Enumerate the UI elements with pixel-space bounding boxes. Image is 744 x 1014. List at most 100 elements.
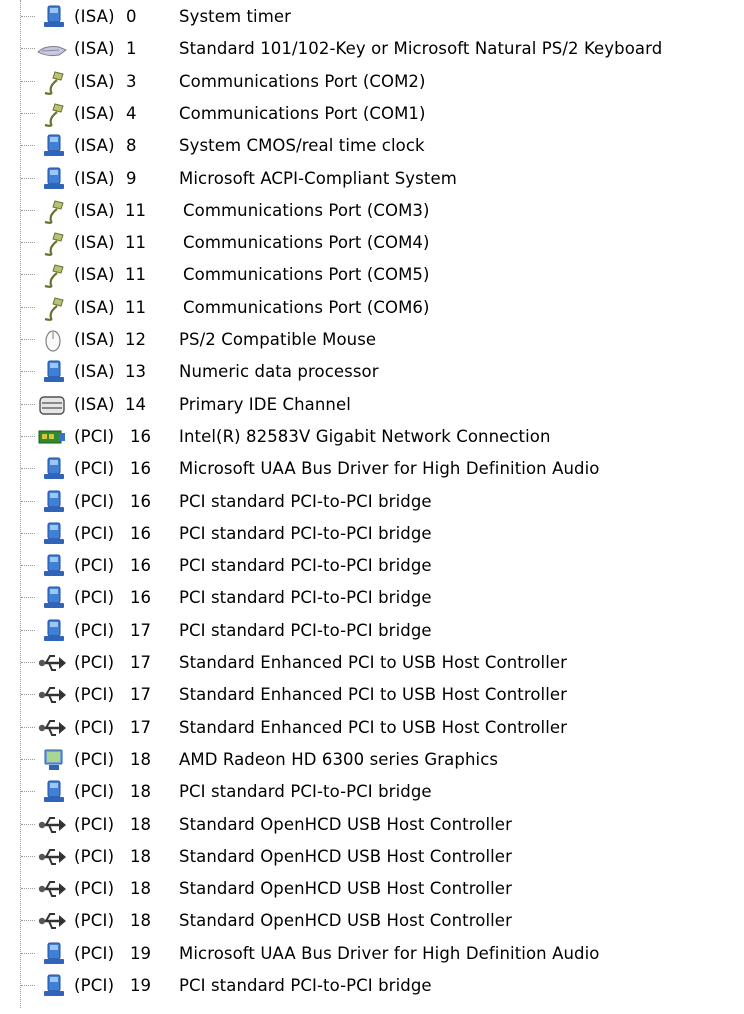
irq-list-item[interactable]: (PCI) 18 Standard OpenHCD USB Host Control… [0,841,744,873]
system-device-icon [37,457,67,482]
irq-list-item[interactable]: (PCI) 19 Microsoft UAA Bus Driver for High… [0,938,744,970]
device-name: PCI standard PCI-to-PCI bridge [179,620,432,640]
device-name: Communications Port (COM2) [179,71,426,91]
tree-branch-line [21,565,35,567]
irq-list-item[interactable]: (PCI) 18 Standard OpenHCD USB Host Control… [0,873,744,905]
irq-number: 17 [130,717,151,737]
tree-branch-line [21,16,35,17]
irq-list-item[interactable]: (PCI) 18 Standard OpenHCD USB Host Control… [0,905,744,937]
irq-number: 18 [130,879,151,899]
irq-list-item[interactable]: (PCI) 17 Standard Enhanced PCI to USB Host… [0,679,744,711]
device-name: Intel(R) 82583V Gigabit Network Connecti… [179,426,551,446]
tree-branch-line [21,274,35,276]
irq-list-item[interactable]: (ISA) 14 Primary IDE Channel [0,389,744,421]
ide-controller-icon [37,393,67,418]
device-name: Communications Port (COM6) [183,297,430,317]
mouse-icon [37,328,67,353]
port-connector-icon [37,263,67,289]
bus-type-label: (PCI) [74,491,115,511]
system-device-icon [37,490,67,515]
network-adapter-icon [37,425,67,450]
irq-number: 16 [130,588,151,608]
bus-type-label: (PCI) [74,943,115,963]
tree-branch-line [21,920,35,922]
irq-list-item[interactable]: (ISA) 0 System timer [0,1,744,33]
usb-icon [37,909,67,934]
bus-type-label: (PCI) [74,749,115,769]
device-name: PCI standard PCI-to-PCI bridge [179,556,432,576]
device-name: Communications Port (COM4) [183,233,430,253]
port-connector-icon [37,70,67,95]
irq-list-item[interactable]: (ISA) 4 Communications Port (COM1) [0,98,744,130]
irq-list-item[interactable]: (ISA) 13 Numeric data processor [0,356,744,388]
irq-list-item[interactable]: (PCI) 17 PCI standard PCI-to-PCI bridge [0,615,744,647]
tree-branch-line [21,629,35,631]
irq-number: 8 [126,136,137,156]
device-name: Microsoft ACPI-Compliant System [179,168,457,188]
irq-number: 3 [126,71,137,91]
tree-branch-line [21,371,35,373]
device-name: PCI standard PCI-to-PCI bridge [179,782,432,802]
irq-list-item[interactable]: (ISA) 8 System CMOS/real time clock [0,130,744,162]
bus-type-label: (PCI) [74,814,115,834]
system-device-icon [37,167,67,192]
irq-list-item[interactable]: (PCI) 18 PCI standard PCI-to-PCI bridge [0,776,744,808]
tree-branch-line [21,177,35,179]
device-name: System timer [179,7,292,26]
system-device-icon [37,942,67,967]
system-device-icon [37,780,67,805]
system-device-icon [37,522,67,547]
bus-type-label: (PCI) [74,717,115,737]
irq-list-item[interactable]: (ISA) 1 Standard 101/102-Key or Microsoft … [0,33,744,65]
irq-number: 17 [130,653,151,672]
system-device-icon [37,360,67,385]
device-name: Standard OpenHCD USB Host Controller [179,846,512,866]
system-device-icon [37,134,67,159]
irq-number: 16 [130,491,151,511]
bus-type-label: (ISA) [74,168,115,188]
tree-branch-line [21,468,35,470]
tree-branch-line [21,80,35,82]
device-name: Primary IDE Channel [179,394,351,414]
irq-number: 19 [130,943,151,963]
irq-number: 18 [130,911,151,931]
device-name: Standard OpenHCD USB Host Controller [179,814,512,834]
tree-branch-line [21,242,35,244]
bus-type-label: (PCI) [74,588,115,608]
usb-icon [37,845,67,870]
irq-list-item[interactable]: (PCI) 18 AMD Radeon HD 6300 series Graphic… [0,744,744,776]
bus-type-label: (ISA) [74,233,115,253]
device-name: Standard OpenHCD USB Host Controller [179,879,512,899]
irq-list-item[interactable]: (ISA) 11 Communications Port (COM3) [0,195,744,227]
irq-number: 0 [126,7,137,26]
bus-type-label: (PCI) [74,556,115,576]
irq-list-item[interactable]: (ISA) 12 PS/2 Compatible Mouse [0,324,744,356]
irq-list-item[interactable]: (PCI) 16 PCI standard PCI-to-PCI bridge [0,486,744,518]
irq-list-item[interactable]: (PCI) 17 Standard Enhanced PCI to USB Host… [0,712,744,744]
irq-list-item[interactable]: (ISA) 11 Communications Port (COM4) [0,227,744,259]
irq-list-item[interactable]: (PCI) 16 PCI standard PCI-to-PCI bridge [0,518,744,550]
irq-list-item[interactable]: (PCI) 16 Intel(R) 82583V Gigabit Network C… [0,421,744,453]
system-device-icon [37,619,67,644]
usb-icon [37,813,67,838]
bus-type-label: (PCI) [74,523,115,543]
irq-number: 14 [125,394,146,414]
irq-list-item[interactable]: (ISA) 11 Communications Port (COM5) [0,259,744,291]
tree-branch-line [21,112,35,114]
irq-list-item[interactable]: (PCI) 16 PCI standard PCI-to-PCI bridge [0,582,744,614]
irq-number: 12 [125,330,146,349]
irq-device-tree: (ISA) 0 System timer (ISA) 1 Standard 101/10… [0,0,744,1014]
device-name: PS/2 Compatible Mouse [179,330,377,349]
irq-list-item[interactable]: (ISA) 11 Communications Port (COM6) [0,292,744,324]
irq-list-item[interactable]: (ISA) 9 Microsoft ACPI-Compliant System [0,163,744,195]
irq-number: 18 [130,782,151,802]
irq-list-item[interactable]: (PCI) 19 PCI standard PCI-to-PCI bridge [0,970,744,1002]
irq-list-item[interactable]: (ISA) 3 Communications Port (COM2) [0,66,744,98]
irq-list-item[interactable]: (PCI) 18 Standard OpenHCD USB Host Control… [0,809,744,841]
irq-list-item[interactable]: (PCI) 17 Standard Enhanced PCI to USB Host… [0,647,744,679]
device-name: Microsoft UAA Bus Driver for High Defini… [179,459,600,479]
irq-list-item[interactable]: (PCI) 16 Microsoft UAA Bus Driver for High… [0,453,744,485]
bus-type-label: (PCI) [74,782,115,802]
irq-list-item[interactable]: (PCI) 16 PCI standard PCI-to-PCI bridge [0,550,744,582]
usb-icon [37,683,67,708]
